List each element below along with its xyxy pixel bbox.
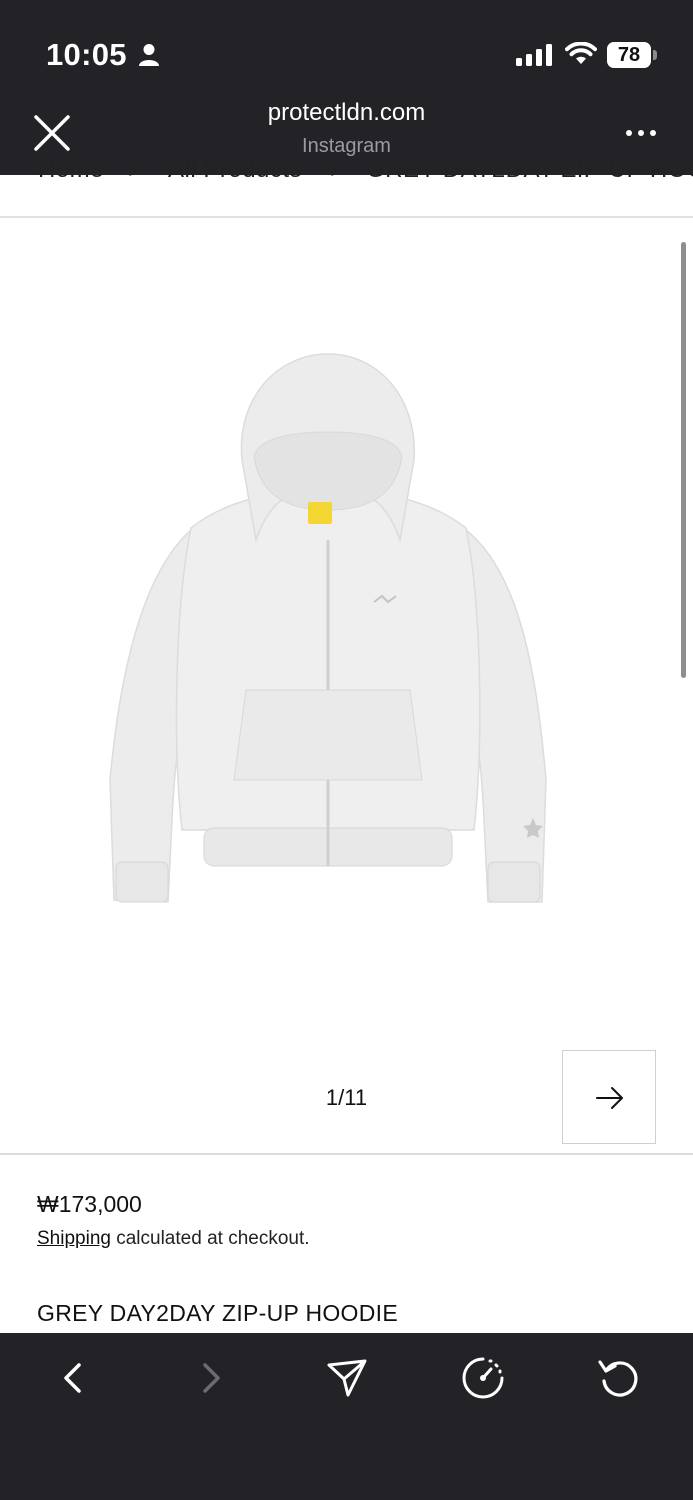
back-icon: [64, 1363, 81, 1393]
breadcrumb-separator: ›: [128, 156, 137, 183]
product-title: GREY DAY2DAY ZIP-UP HOODIE: [37, 1300, 398, 1326]
battery-cap: [653, 50, 657, 60]
share-button[interactable]: [324, 1355, 370, 1401]
product-image[interactable]: [96, 340, 566, 910]
arrow-right-icon: [596, 1087, 623, 1109]
wifi-icon: [565, 42, 597, 64]
breadcrumb-separator: ›: [330, 156, 339, 183]
person-icon: [139, 44, 159, 66]
product-price: ₩173,000: [37, 1191, 142, 1217]
shipping-link[interactable]: Shipping: [37, 1228, 111, 1249]
breadcrumb: Home › All Products › GREY DAY2DAY ZIP-U…: [0, 148, 693, 184]
neck-label: [308, 502, 332, 524]
refresh-icon: [598, 1360, 638, 1397]
next-image-button[interactable]: [562, 1050, 656, 1144]
breadcrumb-item-current: GREY DAY2DAY ZIP-UP HOODIE: [366, 156, 693, 183]
back-button[interactable]: [50, 1355, 96, 1401]
more-options-icon[interactable]: [624, 128, 658, 138]
speed-icon: [462, 1357, 504, 1399]
share-icon: [327, 1359, 367, 1397]
forward-button[interactable]: [188, 1355, 234, 1401]
hoodie-illustration: [109, 353, 547, 903]
divider: [0, 1153, 693, 1155]
cellular-signal-icon: [516, 44, 552, 66]
breadcrumb-item-home[interactable]: Home: [38, 156, 104, 184]
divider: [0, 216, 693, 218]
refresh-button[interactable]: [596, 1355, 642, 1401]
breadcrumb-item-all-products[interactable]: All Products: [168, 156, 302, 184]
page-domain: protectldn.com: [267, 99, 426, 126]
status-time: 10:05: [46, 37, 127, 72]
browser-bottom-toolbar: [0, 1333, 693, 1500]
battery-indicator: 78: [607, 42, 651, 68]
shipping-note: Shipping calculated at checkout.: [37, 1228, 310, 1250]
speed-button[interactable]: [460, 1355, 506, 1401]
forward-icon: [203, 1363, 220, 1393]
shipping-text: calculated at checkout.: [110, 1228, 310, 1249]
scrollbar[interactable]: [681, 242, 686, 678]
